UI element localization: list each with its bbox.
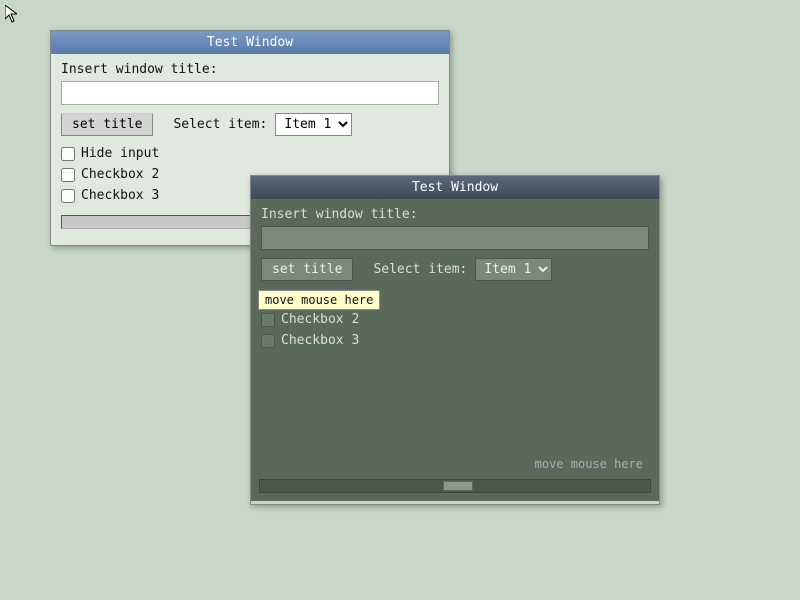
scrollbar-2[interactable]	[259, 479, 651, 493]
cursor-icon	[5, 5, 17, 23]
checkbox-label-3: Checkbox 3	[81, 188, 159, 203]
checkbox-3-1[interactable]	[61, 189, 75, 203]
insert-label-2: Insert window title:	[261, 207, 649, 222]
select-label-1: Select item:	[173, 117, 267, 132]
window-1-title: Test Window	[207, 35, 293, 50]
row-buttons-2: set title Select item: Item 1 Item 2 Ite…	[261, 258, 649, 281]
checkbox-label-5: Checkbox 2	[281, 312, 359, 327]
title-input-1[interactable]	[61, 81, 439, 105]
window-2-title: Test Window	[412, 180, 498, 195]
checkbox-label-4: Hide input	[281, 291, 359, 306]
checkbox-row-4: Hide input	[261, 291, 649, 306]
row-buttons-1: set title Select item: Item 1 Item 2 Ite…	[61, 113, 439, 136]
checkbox-2-1[interactable]	[61, 168, 75, 182]
insert-label-1: Insert window title:	[61, 62, 439, 77]
item-select-2[interactable]: Item 1 Item 2 Item 3	[475, 258, 552, 281]
checkbox-row-1: Hide input	[61, 146, 439, 161]
checkbox-label-1: Hide input	[81, 146, 159, 161]
checkbox-hide-input-2[interactable]	[261, 292, 275, 306]
checkbox-2-2[interactable]	[261, 313, 275, 327]
checkbox-hide-input-1[interactable]	[61, 147, 75, 161]
checkbox-label-6: Checkbox 3	[281, 333, 359, 348]
set-title-button-2[interactable]: set title	[261, 258, 353, 281]
move-mouse-text: move mouse here	[535, 457, 643, 471]
window-2-body: Insert window title: set title Select it…	[251, 199, 659, 501]
set-title-button-1[interactable]: set title	[61, 113, 153, 136]
checkbox-3-2[interactable]	[261, 334, 275, 348]
item-select-1[interactable]: Item 1 Item 2 Item 3	[275, 113, 352, 136]
window-1-titlebar: Test Window	[51, 31, 449, 54]
checkbox-row-5: Checkbox 2	[261, 312, 649, 327]
select-label-2: Select item:	[373, 262, 467, 277]
checkbox-label-2: Checkbox 2	[81, 167, 159, 182]
checkbox-row-6: Checkbox 3	[261, 333, 649, 348]
window-2: Test Window Insert window title: set tit…	[250, 175, 660, 505]
window-2-titlebar: Test Window	[251, 176, 659, 199]
title-input-2[interactable]	[261, 226, 649, 250]
scrollbar-thumb-2[interactable]	[443, 481, 473, 491]
